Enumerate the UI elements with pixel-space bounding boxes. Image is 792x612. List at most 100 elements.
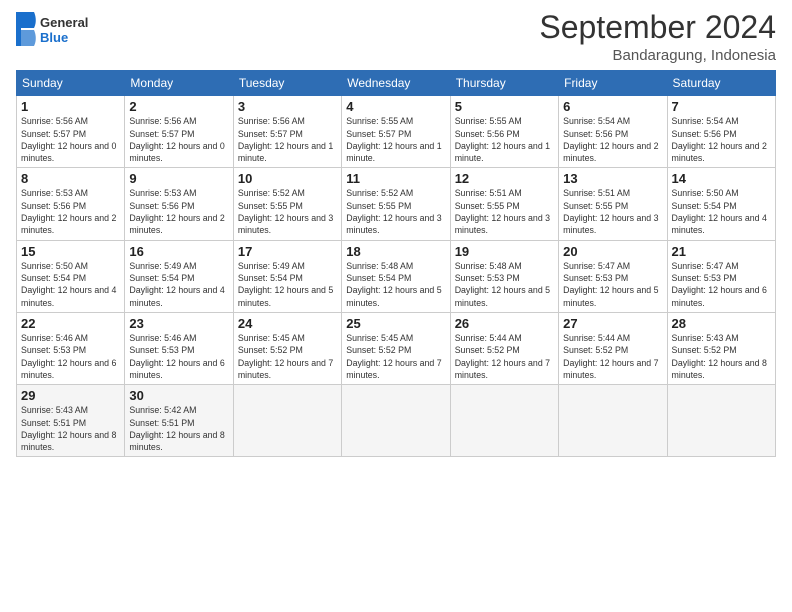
calendar-cell: 2 Sunrise: 5:56 AM Sunset: 5:57 PM Dayli…	[125, 96, 233, 168]
day-number: 26	[455, 316, 554, 331]
calendar-cell: 17 Sunrise: 5:49 AM Sunset: 5:54 PM Dayl…	[233, 240, 341, 312]
day-number: 19	[455, 244, 554, 259]
calendar-cell: 5 Sunrise: 5:55 AM Sunset: 5:56 PM Dayli…	[450, 96, 558, 168]
week-row-2: 8 Sunrise: 5:53 AM Sunset: 5:56 PM Dayli…	[17, 168, 776, 240]
days-header-row: Sunday Monday Tuesday Wednesday Thursday…	[17, 71, 776, 96]
day-number: 28	[672, 316, 771, 331]
day-number: 10	[238, 171, 337, 186]
calendar-cell: 20 Sunrise: 5:47 AM Sunset: 5:53 PM Dayl…	[559, 240, 667, 312]
week-row-5: 29 Sunrise: 5:43 AM Sunset: 5:51 PM Dayl…	[17, 385, 776, 457]
day-info: Sunrise: 5:49 AM Sunset: 5:54 PM Dayligh…	[129, 260, 228, 309]
day-info: Sunrise: 5:50 AM Sunset: 5:54 PM Dayligh…	[672, 187, 771, 236]
location: Bandaragung, Indonesia	[539, 47, 776, 64]
day-info: Sunrise: 5:43 AM Sunset: 5:51 PM Dayligh…	[21, 404, 120, 453]
day-info: Sunrise: 5:45 AM Sunset: 5:52 PM Dayligh…	[346, 332, 445, 381]
calendar-cell	[233, 385, 341, 457]
calendar-cell: 11 Sunrise: 5:52 AM Sunset: 5:55 PM Dayl…	[342, 168, 450, 240]
day-info: Sunrise: 5:52 AM Sunset: 5:55 PM Dayligh…	[346, 187, 445, 236]
calendar-cell: 10 Sunrise: 5:52 AM Sunset: 5:55 PM Dayl…	[233, 168, 341, 240]
day-info: Sunrise: 5:54 AM Sunset: 5:56 PM Dayligh…	[563, 115, 662, 164]
calendar-cell: 6 Sunrise: 5:54 AM Sunset: 5:56 PM Dayli…	[559, 96, 667, 168]
month-year: September 2024	[539, 10, 776, 45]
general-blue-logo-icon: General Blue	[16, 10, 96, 48]
calendar-cell: 25 Sunrise: 5:45 AM Sunset: 5:52 PM Dayl…	[342, 312, 450, 384]
calendar-table: Sunday Monday Tuesday Wednesday Thursday…	[16, 70, 776, 457]
day-info: Sunrise: 5:47 AM Sunset: 5:53 PM Dayligh…	[563, 260, 662, 309]
day-number: 29	[21, 388, 120, 403]
calendar-cell: 14 Sunrise: 5:50 AM Sunset: 5:54 PM Dayl…	[667, 168, 775, 240]
calendar-cell: 8 Sunrise: 5:53 AM Sunset: 5:56 PM Dayli…	[17, 168, 125, 240]
header-tuesday: Tuesday	[233, 71, 341, 96]
calendar-cell: 15 Sunrise: 5:50 AM Sunset: 5:54 PM Dayl…	[17, 240, 125, 312]
calendar-cell: 13 Sunrise: 5:51 AM Sunset: 5:55 PM Dayl…	[559, 168, 667, 240]
calendar-cell: 21 Sunrise: 5:47 AM Sunset: 5:53 PM Dayl…	[667, 240, 775, 312]
calendar-cell: 19 Sunrise: 5:48 AM Sunset: 5:53 PM Dayl…	[450, 240, 558, 312]
day-info: Sunrise: 5:53 AM Sunset: 5:56 PM Dayligh…	[21, 187, 120, 236]
day-number: 16	[129, 244, 228, 259]
day-info: Sunrise: 5:42 AM Sunset: 5:51 PM Dayligh…	[129, 404, 228, 453]
week-row-3: 15 Sunrise: 5:50 AM Sunset: 5:54 PM Dayl…	[17, 240, 776, 312]
svg-text:General: General	[40, 15, 88, 30]
day-info: Sunrise: 5:49 AM Sunset: 5:54 PM Dayligh…	[238, 260, 337, 309]
day-number: 14	[672, 171, 771, 186]
calendar-cell: 27 Sunrise: 5:44 AM Sunset: 5:52 PM Dayl…	[559, 312, 667, 384]
day-info: Sunrise: 5:51 AM Sunset: 5:55 PM Dayligh…	[563, 187, 662, 236]
svg-text:Blue: Blue	[40, 30, 68, 45]
day-number: 13	[563, 171, 662, 186]
day-number: 1	[21, 99, 120, 114]
calendar-cell: 29 Sunrise: 5:43 AM Sunset: 5:51 PM Dayl…	[17, 385, 125, 457]
day-info: Sunrise: 5:46 AM Sunset: 5:53 PM Dayligh…	[21, 332, 120, 381]
header-sunday: Sunday	[17, 71, 125, 96]
day-info: Sunrise: 5:55 AM Sunset: 5:56 PM Dayligh…	[455, 115, 554, 164]
day-info: Sunrise: 5:56 AM Sunset: 5:57 PM Dayligh…	[129, 115, 228, 164]
calendar-cell: 16 Sunrise: 5:49 AM Sunset: 5:54 PM Dayl…	[125, 240, 233, 312]
day-number: 7	[672, 99, 771, 114]
day-number: 24	[238, 316, 337, 331]
day-number: 12	[455, 171, 554, 186]
header-thursday: Thursday	[450, 71, 558, 96]
day-info: Sunrise: 5:48 AM Sunset: 5:54 PM Dayligh…	[346, 260, 445, 309]
header-monday: Monday	[125, 71, 233, 96]
calendar-cell: 26 Sunrise: 5:44 AM Sunset: 5:52 PM Dayl…	[450, 312, 558, 384]
calendar-cell: 28 Sunrise: 5:43 AM Sunset: 5:52 PM Dayl…	[667, 312, 775, 384]
day-info: Sunrise: 5:50 AM Sunset: 5:54 PM Dayligh…	[21, 260, 120, 309]
day-number: 2	[129, 99, 228, 114]
day-info: Sunrise: 5:52 AM Sunset: 5:55 PM Dayligh…	[238, 187, 337, 236]
day-info: Sunrise: 5:54 AM Sunset: 5:56 PM Dayligh…	[672, 115, 771, 164]
day-number: 8	[21, 171, 120, 186]
day-number: 25	[346, 316, 445, 331]
title-block: September 2024 Bandaragung, Indonesia	[539, 10, 776, 64]
logo: General Blue	[16, 10, 96, 48]
day-info: Sunrise: 5:56 AM Sunset: 5:57 PM Dayligh…	[238, 115, 337, 164]
day-number: 9	[129, 171, 228, 186]
day-info: Sunrise: 5:44 AM Sunset: 5:52 PM Dayligh…	[563, 332, 662, 381]
calendar-cell	[559, 385, 667, 457]
calendar-cell: 23 Sunrise: 5:46 AM Sunset: 5:53 PM Dayl…	[125, 312, 233, 384]
calendar-cell: 12 Sunrise: 5:51 AM Sunset: 5:55 PM Dayl…	[450, 168, 558, 240]
day-number: 22	[21, 316, 120, 331]
day-number: 17	[238, 244, 337, 259]
calendar-cell: 24 Sunrise: 5:45 AM Sunset: 5:52 PM Dayl…	[233, 312, 341, 384]
calendar-cell: 7 Sunrise: 5:54 AM Sunset: 5:56 PM Dayli…	[667, 96, 775, 168]
calendar-cell: 4 Sunrise: 5:55 AM Sunset: 5:57 PM Dayli…	[342, 96, 450, 168]
day-info: Sunrise: 5:44 AM Sunset: 5:52 PM Dayligh…	[455, 332, 554, 381]
calendar-cell: 1 Sunrise: 5:56 AM Sunset: 5:57 PM Dayli…	[17, 96, 125, 168]
calendar-cell	[342, 385, 450, 457]
day-number: 4	[346, 99, 445, 114]
day-number: 6	[563, 99, 662, 114]
day-info: Sunrise: 5:43 AM Sunset: 5:52 PM Dayligh…	[672, 332, 771, 381]
day-number: 20	[563, 244, 662, 259]
calendar-cell: 30 Sunrise: 5:42 AM Sunset: 5:51 PM Dayl…	[125, 385, 233, 457]
day-info: Sunrise: 5:51 AM Sunset: 5:55 PM Dayligh…	[455, 187, 554, 236]
day-number: 21	[672, 244, 771, 259]
day-number: 11	[346, 171, 445, 186]
day-info: Sunrise: 5:53 AM Sunset: 5:56 PM Dayligh…	[129, 187, 228, 236]
day-number: 30	[129, 388, 228, 403]
day-info: Sunrise: 5:48 AM Sunset: 5:53 PM Dayligh…	[455, 260, 554, 309]
header: General Blue September 2024 Bandaragung,…	[16, 10, 776, 64]
day-info: Sunrise: 5:55 AM Sunset: 5:57 PM Dayligh…	[346, 115, 445, 164]
calendar-cell: 9 Sunrise: 5:53 AM Sunset: 5:56 PM Dayli…	[125, 168, 233, 240]
day-info: Sunrise: 5:47 AM Sunset: 5:53 PM Dayligh…	[672, 260, 771, 309]
day-number: 15	[21, 244, 120, 259]
header-saturday: Saturday	[667, 71, 775, 96]
